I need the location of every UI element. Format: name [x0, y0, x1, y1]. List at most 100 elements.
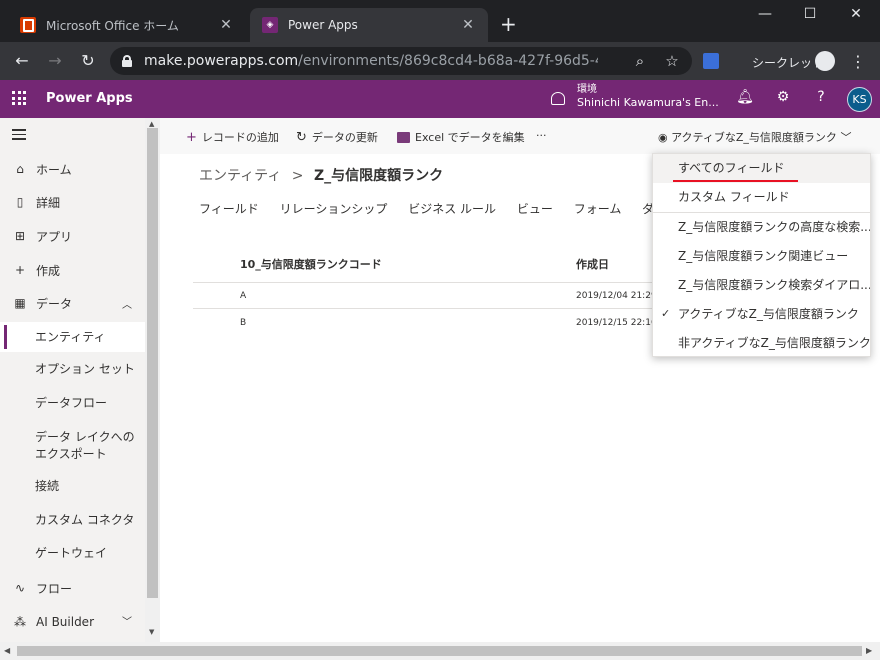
tab-fields[interactable]: フィールド: [199, 202, 259, 216]
tab-relationships[interactable]: リレーションシップ: [280, 202, 388, 216]
plus-icon: +: [186, 129, 197, 145]
close-icon[interactable]: ✕: [218, 17, 234, 33]
nav-active-indicator: [4, 325, 7, 349]
nav-item-label: 作成: [36, 263, 61, 278]
ai-builder-icon: ⁂: [14, 615, 26, 629]
office-icon: [20, 17, 36, 33]
book-icon: ▯: [16, 195, 24, 209]
environment-label: 環境: [577, 84, 597, 95]
view-option-active[interactable]: アクティブなZ_与信限度額ランク: [653, 300, 870, 329]
column-header-created[interactable]: 作成日: [576, 256, 609, 272]
waffle-icon[interactable]: [12, 91, 26, 105]
view-dropdown: すべてのフィールド カスタム フィールド Z_与信限度額ランクの高度な検索...…: [652, 153, 871, 357]
reload-button[interactable]: ↻: [78, 51, 98, 71]
chevron-down-icon[interactable]: ﹀: [122, 613, 132, 628]
grid-divider: [193, 282, 653, 283]
scrollbar-thumb[interactable]: [147, 128, 158, 598]
view-option-custom-fields[interactable]: カスタム フィールド: [653, 183, 870, 212]
command-label: Excel でデータを編集: [415, 131, 525, 144]
nav-item-option-sets[interactable]: オプション セット: [35, 361, 143, 378]
nav-item-entities[interactable]: エンティティ: [35, 329, 143, 346]
tab-powerapps[interactable]: ◈ Power Apps ✕: [250, 8, 488, 42]
command-label: レコードの追加: [201, 131, 279, 144]
view-option-associated[interactable]: Z_与信限度額ランク関連ビュー: [653, 242, 870, 271]
scroll-down-icon[interactable]: ▼: [149, 628, 154, 636]
lock-icon: [122, 55, 132, 67]
view-option-lookup[interactable]: Z_与信限度額ランク検索ダイアロ...: [653, 271, 870, 300]
hamburger-icon[interactable]: [12, 129, 26, 143]
horizontal-scrollbar[interactable]: ◀ ▶: [0, 642, 880, 660]
nav-item-apps[interactable]: ⊞ アプリ: [0, 227, 145, 245]
environment-name[interactable]: Shinichi Kawamura's En...: [577, 96, 719, 109]
url-path: /environments/869c8cd4-b68a-427f-96d5-43…: [298, 53, 598, 69]
grid-divider: [193, 308, 653, 309]
scrollbar-thumb[interactable]: [17, 646, 862, 656]
refresh-data-button[interactable]: ↻ データの更新: [296, 129, 378, 145]
nav-item-export-data-lake[interactable]: データ レイクへのエクスポート: [35, 429, 143, 463]
view-option-advanced-find[interactable]: Z_与信限度額ランクの高度な検索...: [653, 213, 870, 242]
nav-item-connections[interactable]: 接続: [35, 478, 143, 495]
plus-icon: +: [14, 263, 26, 277]
more-commands-button[interactable]: ···: [536, 129, 547, 142]
view-option-inactive[interactable]: 非アクティブなZ_与信限度額ランク: [653, 329, 870, 358]
nav-item-label: ホーム: [36, 162, 72, 177]
nav-item-label: 詳細: [36, 195, 61, 210]
nav-item-label: データ: [36, 296, 73, 311]
app-title[interactable]: Power Apps: [46, 91, 133, 106]
bookmark-star-icon[interactable]: ☆: [662, 51, 682, 71]
new-tab-button[interactable]: +: [500, 14, 517, 34]
breadcrumb-parent[interactable]: エンティティ: [199, 168, 281, 184]
nav-item-learn[interactable]: ▯ 詳細: [0, 193, 145, 211]
tab-business-rules[interactable]: ビジネス ルール: [408, 202, 496, 216]
tab-office[interactable]: Microsoft Office ホーム ✕: [8, 8, 246, 42]
forward-button[interactable]: →: [45, 51, 65, 71]
nav-item-gateways[interactable]: ゲートウェイ: [35, 545, 143, 562]
scroll-right-icon[interactable]: ▶: [866, 646, 872, 655]
table-row-cell: 2019/12/15 22:16: [576, 318, 657, 328]
tab-views[interactable]: ビュー: [517, 202, 553, 216]
breadcrumb-separator: >: [291, 168, 304, 184]
zoom-icon[interactable]: ⌕: [630, 51, 650, 71]
address-bar[interactable]: make.powerapps.com /environments/869c8cd…: [110, 47, 692, 75]
view-selector[interactable]: ◉ アクティブなZ_与信限度額ランク ﹀: [658, 129, 851, 145]
tab-forms[interactable]: フォーム: [574, 202, 622, 216]
minimize-button[interactable]: —: [755, 6, 775, 22]
powerapps-icon: ◈: [262, 17, 278, 33]
breadcrumb: エンティティ > Z_与信限度額ランク: [199, 165, 443, 185]
nav-item-create[interactable]: + 作成: [0, 261, 145, 279]
scroll-left-icon[interactable]: ◀: [4, 646, 10, 655]
view-selector-label: アクティブなZ_与信限度額ランク: [671, 131, 837, 144]
gear-icon[interactable]: ⚙: [773, 89, 793, 105]
maximize-button[interactable]: ☐: [800, 6, 820, 22]
table-row-cell[interactable]: B: [240, 318, 246, 328]
excel-icon: [397, 131, 410, 143]
incognito-icon[interactable]: [815, 51, 835, 71]
back-button[interactable]: ←: [12, 51, 32, 71]
scroll-up-icon[interactable]: ▲: [149, 120, 154, 128]
nav-scrollbar[interactable]: ▲ ▼: [145, 118, 160, 642]
help-icon[interactable]: ?: [811, 89, 831, 105]
window-close-button[interactable]: ✕: [846, 6, 866, 22]
command-label: データの更新: [311, 131, 378, 144]
eye-icon: ◉: [658, 131, 668, 144]
environment-icon: [551, 92, 565, 105]
add-record-button[interactable]: + レコードの追加: [186, 129, 279, 145]
column-header-code[interactable]: 10_与信限度額ランクコード: [240, 256, 382, 272]
tab-title: Power Apps: [288, 18, 358, 32]
chevron-up-icon[interactable]: ︿: [122, 296, 132, 311]
browser-menu-icon[interactable]: ⋮: [850, 52, 866, 71]
checkmark-icon: ✓: [661, 307, 671, 320]
nav-item-home[interactable]: ⌂ ホーム: [0, 160, 145, 178]
incognito-label: シークレット: [752, 56, 825, 70]
avatar[interactable]: KS: [847, 87, 872, 112]
extension-icon[interactable]: [703, 53, 719, 69]
close-icon[interactable]: ✕: [460, 17, 476, 33]
view-option-all-fields[interactable]: すべてのフィールド: [653, 154, 870, 183]
bell-icon[interactable]: 🔔︎: [735, 89, 755, 105]
nav-item-custom-connectors[interactable]: カスタム コネクタ: [35, 512, 143, 529]
left-nav: ⌂ ホーム ▯ 詳細 ⊞ アプリ + 作成 ▦ データ ︿ エンティティ オプシ…: [0, 118, 160, 642]
nav-item-dataflows[interactable]: データフロー: [35, 395, 143, 412]
table-row-cell[interactable]: A: [240, 291, 246, 301]
nav-item-flows[interactable]: ∿ フロー: [0, 579, 145, 597]
edit-in-excel-button[interactable]: Excel でデータを編集: [397, 129, 525, 145]
